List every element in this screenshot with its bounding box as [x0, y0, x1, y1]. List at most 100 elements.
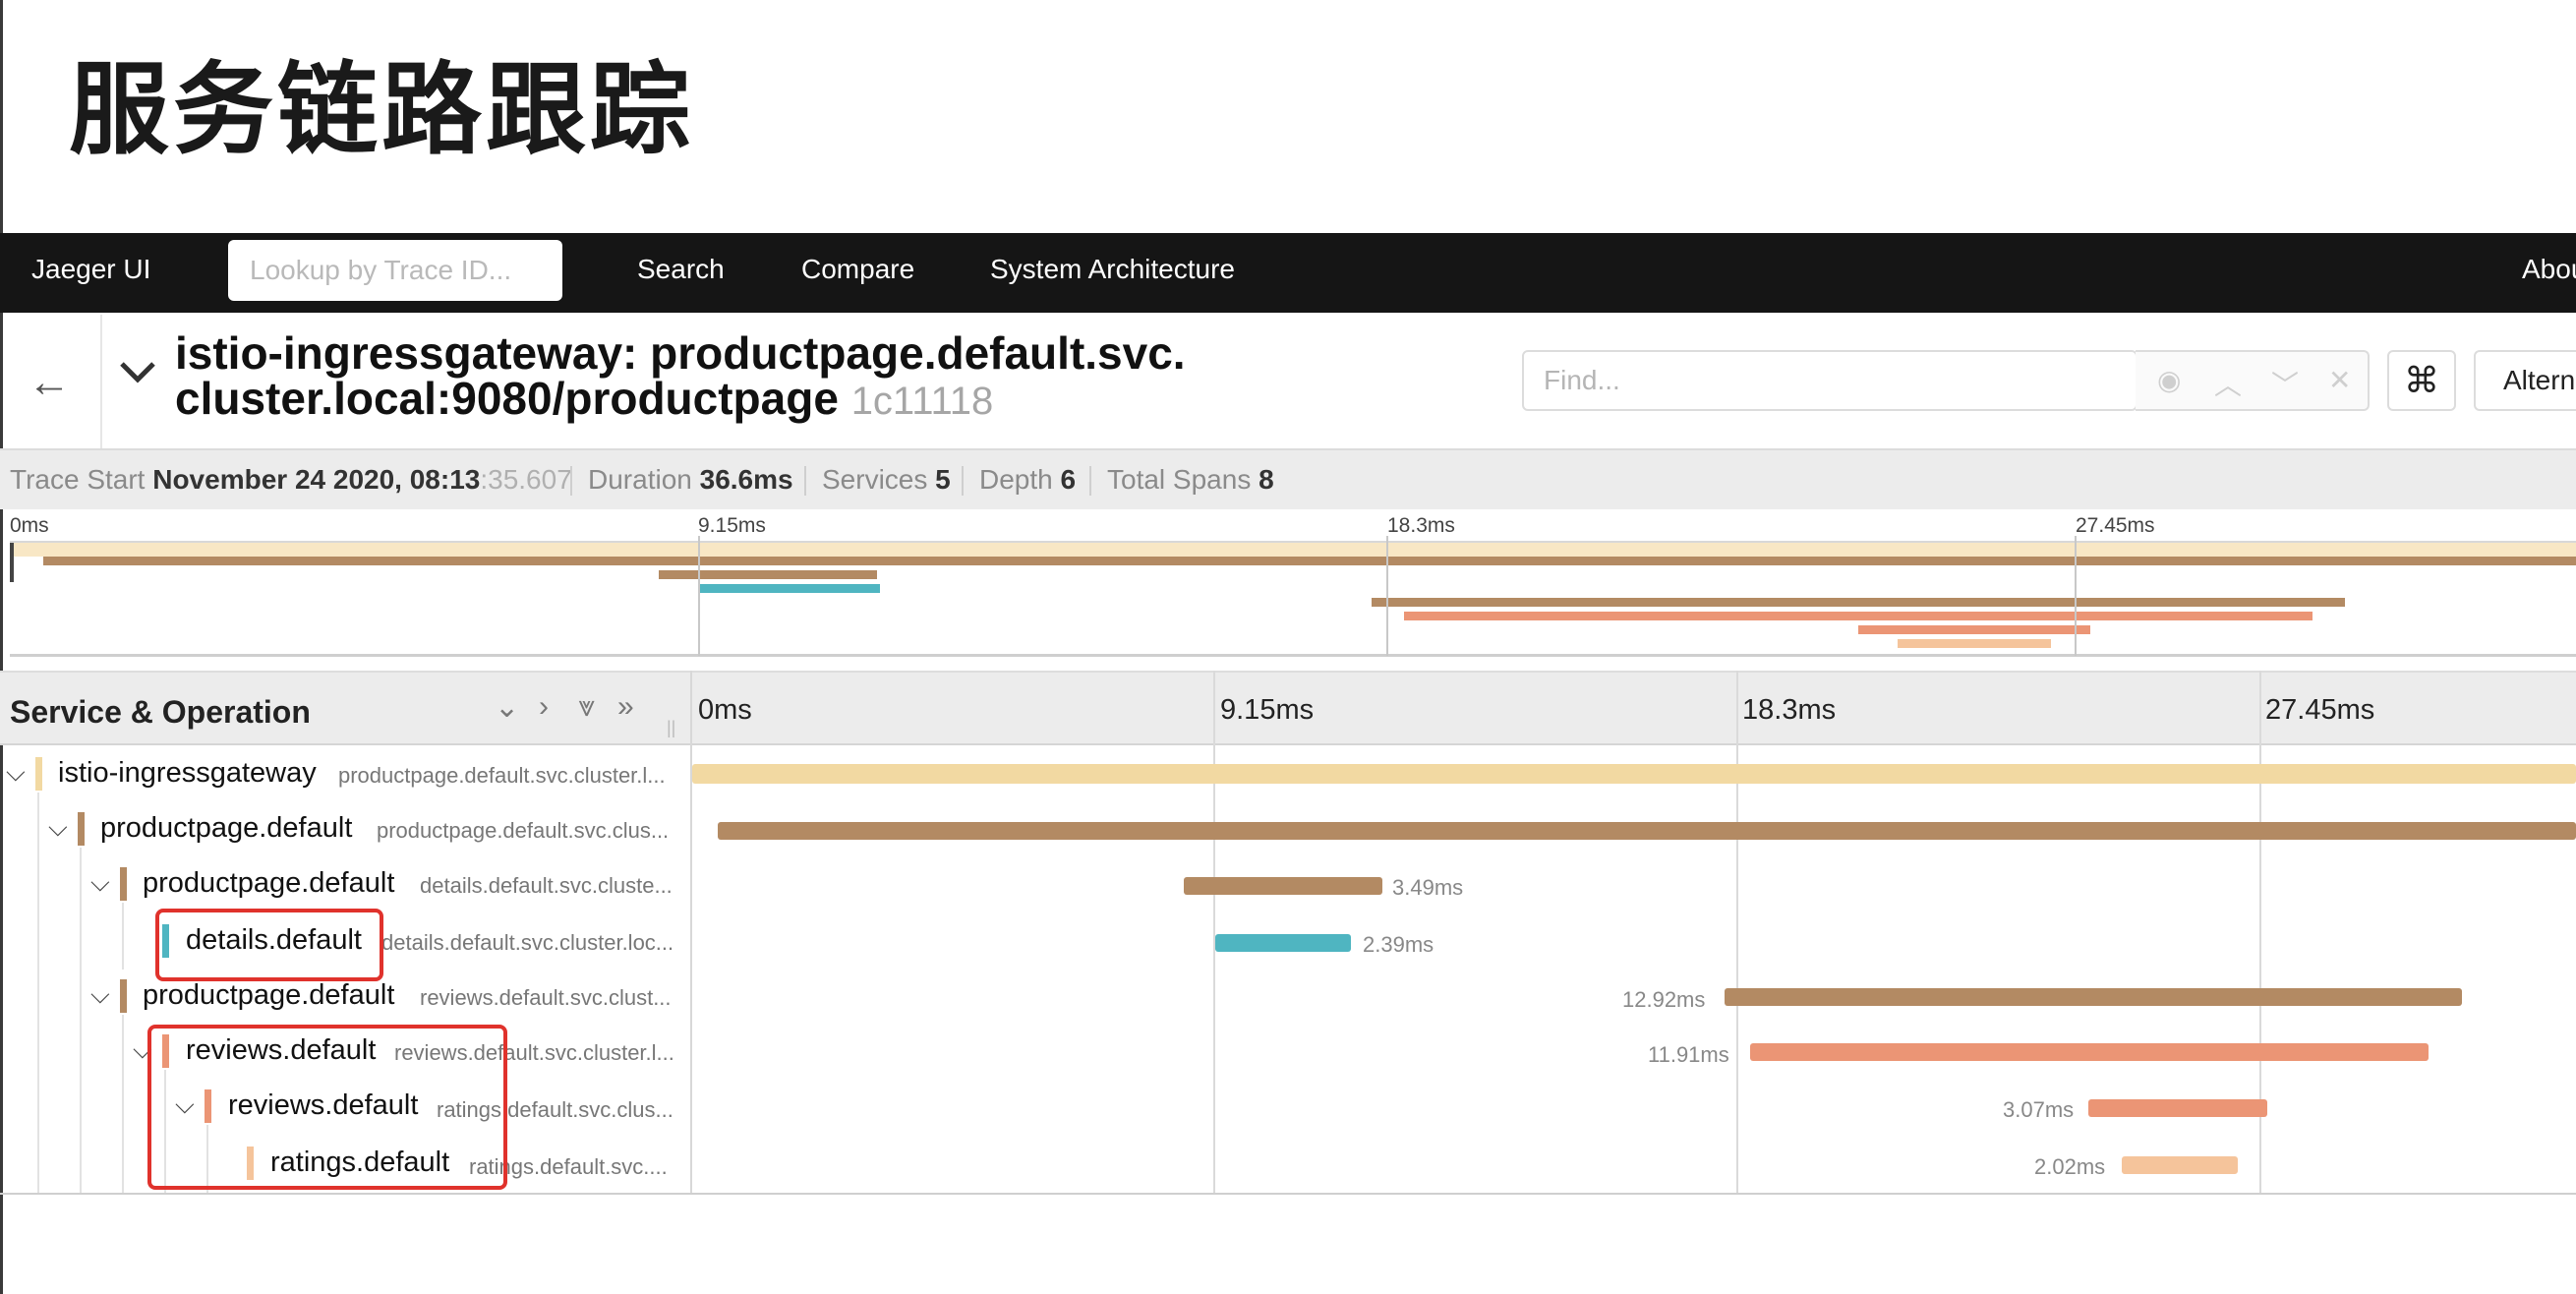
- total-spans-label: Total Spans: [1107, 464, 1252, 495]
- trace-duration: Duration 36.6ms: [588, 464, 793, 496]
- span-operation: details.default.svc.cluste...: [420, 873, 673, 898]
- minimap-tick: 0ms: [10, 514, 49, 537]
- meta-separator: [962, 466, 964, 496]
- timeline-tick: 18.3ms: [1742, 694, 1837, 726]
- trace-id-lookup-input[interactable]: [228, 240, 562, 301]
- find-input[interactable]: [1522, 350, 2137, 411]
- timeline-gridline: [1213, 671, 1215, 1194]
- span-duration: 2.02ms: [2034, 1154, 2106, 1179]
- timeline-tick: 9.15ms: [1220, 694, 1315, 726]
- timeline-tick: 27.45ms: [2265, 694, 2375, 726]
- nav-system-architecture[interactable]: System Architecture: [990, 254, 1235, 285]
- column-divider[interactable]: [690, 671, 692, 1194]
- trace-title-line1: istio-ingressgateway: productpage.defaul…: [175, 327, 1186, 379]
- trace-id: 1c11118: [850, 380, 994, 423]
- span-operation: productpage.default.svc.clus...: [377, 818, 670, 843]
- nav-search[interactable]: Search: [637, 254, 725, 285]
- minimap-bar: [1372, 598, 2345, 607]
- span-duration: 3.49ms: [1392, 875, 1464, 900]
- trace-title-line2: cluster.local:9080/productpage: [175, 373, 839, 424]
- expand-all-icon[interactable]: »: [617, 690, 634, 724]
- meta-separator: [804, 466, 806, 496]
- span-operation: details.default.svc.cluster.loc...: [381, 930, 674, 955]
- minimap-handle[interactable]: [10, 543, 14, 582]
- timeline-gridline: [1736, 671, 1738, 1194]
- tree-guide: [122, 1015, 124, 1194]
- nav-brand[interactable]: Jaeger UI: [31, 254, 150, 285]
- alternate-views-button[interactable]: Altern: [2474, 350, 2576, 411]
- span-bar[interactable]: [2088, 1099, 2267, 1117]
- span-bar[interactable]: [1725, 988, 2462, 1006]
- clear-icon[interactable]: ✕: [2328, 364, 2351, 396]
- find-controls: ◉ ︿ ﹀ ✕: [2136, 350, 2370, 411]
- span-service[interactable]: productpage.default: [100, 812, 352, 845]
- minimap-bar: [659, 570, 877, 579]
- expand-one-icon[interactable]: ›: [539, 690, 549, 724]
- span-duration: 11.91ms: [1648, 1042, 1729, 1067]
- duration-label: Duration: [588, 464, 692, 495]
- row-toggle-chevron-icon[interactable]: ⌵: [90, 979, 110, 1011]
- back-arrow-icon[interactable]: ←: [28, 358, 71, 407]
- minimap-tick: 27.45ms: [2076, 514, 2155, 537]
- tree-guide: [80, 848, 82, 1194]
- span-duration: 3.07ms: [2003, 1097, 2075, 1122]
- span-bar[interactable]: [1184, 877, 1382, 895]
- span-service[interactable]: istio-ingressgateway: [58, 757, 317, 790]
- meta-separator: [570, 466, 572, 496]
- service-color-bar: [120, 979, 127, 1013]
- span-operation: productpage.default.svc.cluster.l...: [338, 763, 666, 788]
- minimap-gridline: [698, 536, 700, 656]
- row-toggle-chevron-icon[interactable]: ⌵: [90, 867, 110, 899]
- timeline-tick: 0ms: [698, 694, 752, 726]
- trace-total-spans: Total Spans 8: [1107, 464, 1274, 496]
- service-operation-header: Service & Operation: [10, 694, 311, 730]
- service-color-bar: [35, 757, 42, 791]
- minimap-tick: 18.3ms: [1387, 514, 1455, 537]
- total-spans-value: 8: [1259, 464, 1274, 495]
- collapse-all-icon[interactable]: ⩔: [578, 690, 595, 724]
- minimap-bar: [698, 584, 880, 593]
- slide-title: 服务链路跟踪: [69, 52, 694, 169]
- table-bottom-border: [0, 1193, 2576, 1195]
- services-label: Services: [822, 464, 928, 495]
- minimap-gridline: [1386, 536, 1388, 656]
- minimap-gridline: [2075, 536, 2077, 656]
- keyboard-shortcuts-button[interactable]: ⌘: [2387, 350, 2456, 411]
- minimap-bar: [1898, 639, 2051, 648]
- tree-guide: [37, 793, 39, 1194]
- highlight-box-details: [155, 909, 383, 981]
- service-color-bar: [78, 812, 85, 846]
- collapse-one-icon[interactable]: ⌄: [495, 690, 519, 725]
- span-bar[interactable]: [692, 764, 2576, 784]
- span-bar[interactable]: [718, 822, 2576, 840]
- trace-depth: Depth 6: [979, 464, 1076, 496]
- trace-title: istio-ingressgateway: productpage.defaul…: [175, 330, 1186, 424]
- trace-minimap[interactable]: [10, 541, 2576, 657]
- nav-compare[interactable]: Compare: [801, 254, 914, 285]
- nav-about[interactable]: About: [2522, 254, 2576, 285]
- next-match-icon[interactable]: ﹀: [2271, 364, 2299, 403]
- trace-start-ms: :35.607: [480, 464, 572, 495]
- tree-guide: [122, 903, 124, 970]
- row-toggle-chevron-icon[interactable]: ⌵: [48, 812, 68, 844]
- span-bar[interactable]: [2122, 1156, 2238, 1174]
- span-operation: reviews.default.svc.clust...: [420, 985, 672, 1010]
- span-bar[interactable]: [1750, 1043, 2429, 1061]
- row-toggle-chevron-icon[interactable]: ⌵: [6, 757, 26, 789]
- trace-title-line2-wrap: cluster.local:9080/productpage 1c11118: [175, 376, 1186, 424]
- minimap-bar: [10, 543, 2576, 557]
- span-bar[interactable]: [1215, 934, 1351, 952]
- span-service[interactable]: productpage.default: [143, 867, 394, 900]
- span-service[interactable]: productpage.default: [143, 979, 394, 1012]
- header-divider: [100, 315, 102, 448]
- meta-separator: [1089, 466, 1091, 496]
- prev-match-icon[interactable]: ︿: [2214, 364, 2242, 403]
- highlight-box-reviews-ratings: [147, 1025, 507, 1190]
- locate-icon[interactable]: ◉: [2157, 364, 2181, 396]
- trace-start-value: November 24 2020, 08:13: [152, 464, 481, 495]
- collapse-chevron-icon[interactable]: [116, 350, 159, 393]
- duration-value: 36.6ms: [699, 464, 793, 495]
- resize-handle-icon[interactable]: ||: [667, 718, 675, 738]
- minimap-tick: 9.15ms: [698, 514, 766, 537]
- trace-services: Services 5: [822, 464, 951, 496]
